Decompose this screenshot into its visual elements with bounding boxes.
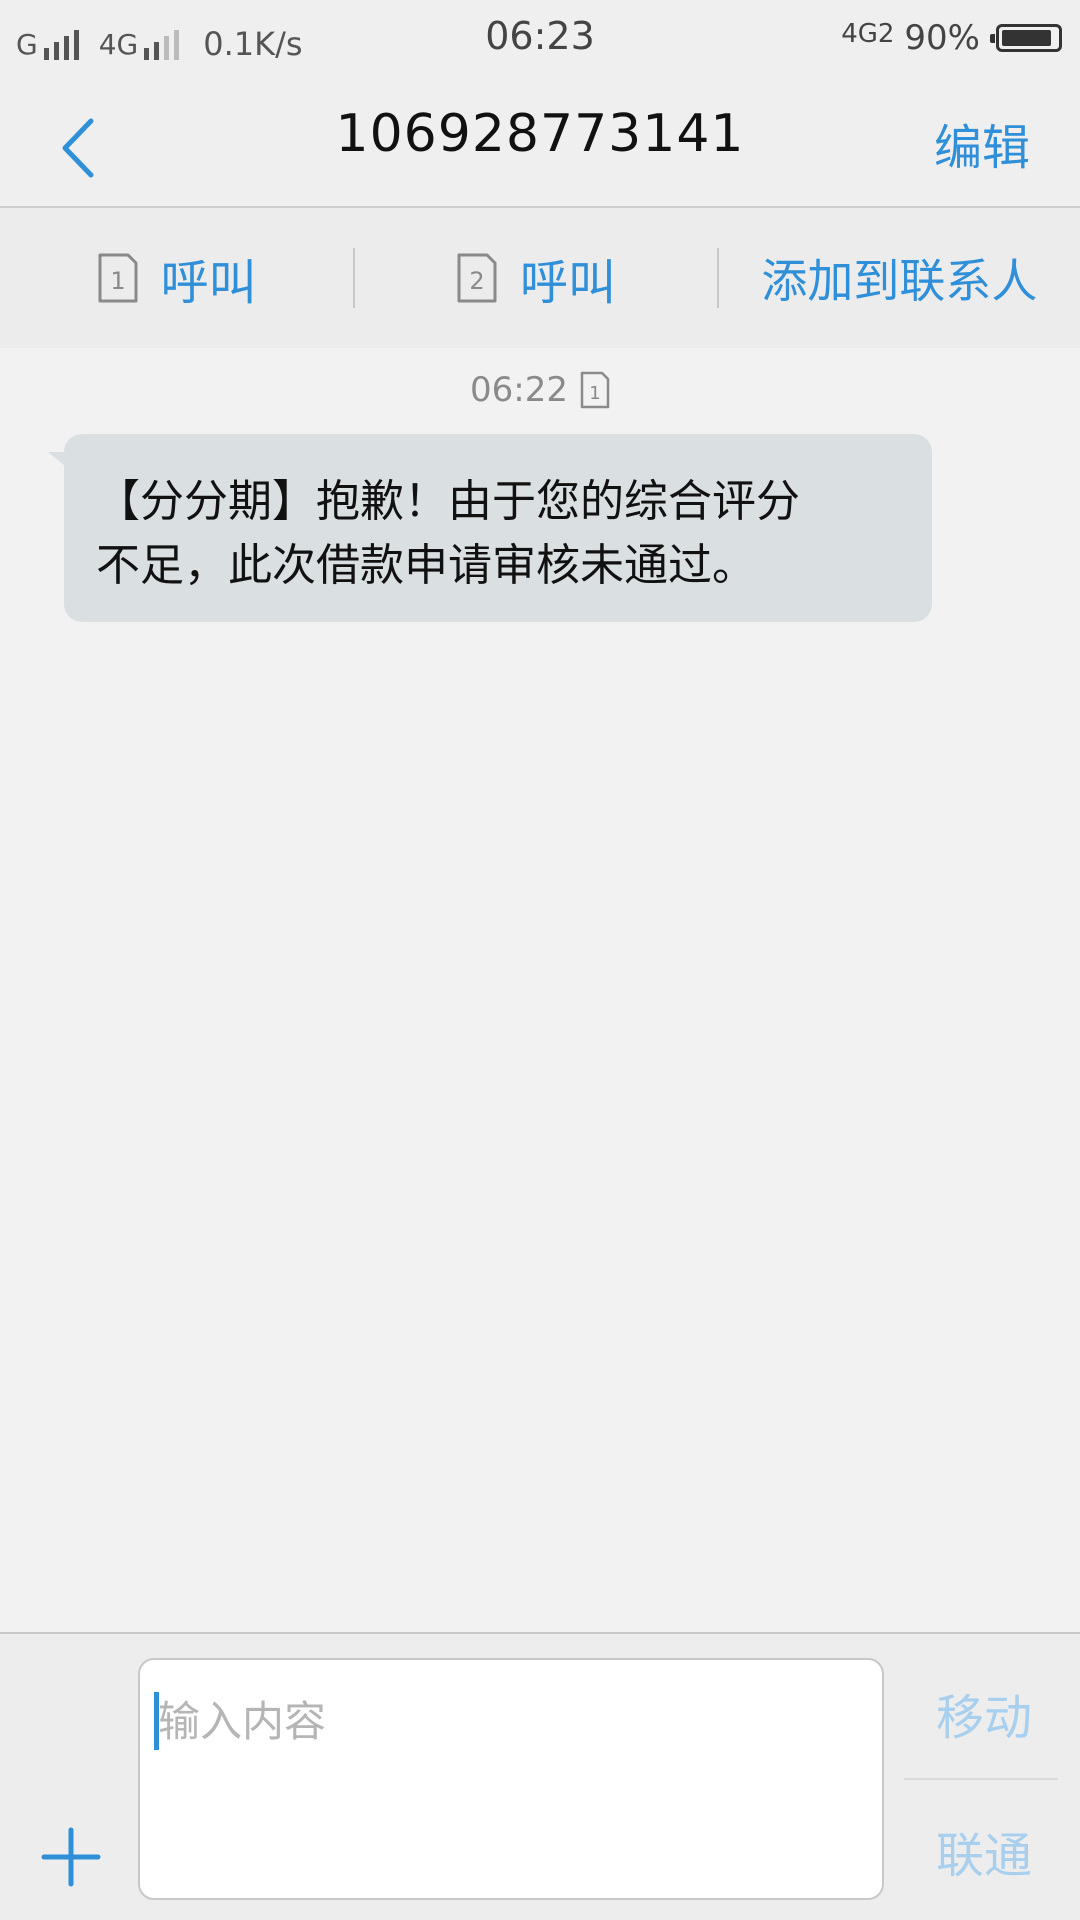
message-timestamp: 06:22 1	[0, 370, 1080, 410]
add-to-contacts-button[interactable]: 添加到联系人	[719, 208, 1080, 348]
title-bar: 106928773141 编辑	[0, 78, 1080, 208]
call-sim1-label: 呼叫	[160, 255, 257, 311]
call-sim2-label: 呼叫	[520, 255, 617, 311]
send-sim2-button[interactable]: 联通	[936, 1816, 1032, 1886]
message-input-placeholder: 输入内容	[158, 1697, 327, 1746]
sim-card-1-icon: 1	[98, 253, 138, 303]
battery-fill	[1002, 30, 1051, 46]
chevron-left-icon	[62, 118, 94, 178]
back-button[interactable]	[42, 108, 112, 188]
data-indicator: 4G2	[841, 19, 895, 49]
status-right: 4G2 90%	[841, 16, 1062, 60]
status-bar: G 4G 0.1K/s 06:23 4G2 90%	[0, 0, 1080, 78]
page-title: 106928773141	[335, 104, 745, 164]
battery-icon	[990, 24, 1062, 52]
call-sim2-button[interactable]: 2 呼叫	[355, 208, 716, 348]
received-message-bubble[interactable]: 【分分期】抱歉！由于您的综合评分 不足，此次借款申请审核未通过。	[64, 434, 932, 622]
call-sim1-button[interactable]: 1 呼叫	[0, 208, 353, 348]
send-sim1-button[interactable]: 移动	[936, 1678, 1032, 1748]
message-text-line-2: 不足，此次借款申请审核未通过。	[96, 540, 756, 591]
compose-bar: 输入内容 移动 联通	[0, 1632, 1080, 1920]
message-input[interactable]: 输入内容	[138, 1658, 884, 1900]
message-text-line-1: 【分分期】抱歉！由于您的综合评分	[96, 476, 800, 527]
timestamp-text: 06:22	[470, 370, 568, 410]
add-attachment-button[interactable]	[36, 1822, 106, 1892]
timestamp-sim-number: 1	[589, 383, 600, 404]
battery-percent: 90%	[904, 18, 980, 58]
sms-conversation-screen: G 4G 0.1K/s 06:23 4G2 90% 106928773141 编…	[0, 0, 1080, 1920]
plus-icon	[41, 1827, 101, 1887]
sim-card-1-icon: 1	[580, 371, 610, 409]
sim-card-2-icon: 2	[457, 253, 497, 303]
edit-button[interactable]: 编辑	[934, 108, 1030, 178]
action-bar: 1 呼叫 2 呼叫 添加到联系人	[0, 208, 1080, 348]
divider	[904, 1778, 1058, 1780]
sim-1-number: 1	[110, 267, 125, 295]
sim-2-number: 2	[469, 267, 484, 295]
add-to-contacts-label: 添加到联系人	[761, 254, 1038, 308]
